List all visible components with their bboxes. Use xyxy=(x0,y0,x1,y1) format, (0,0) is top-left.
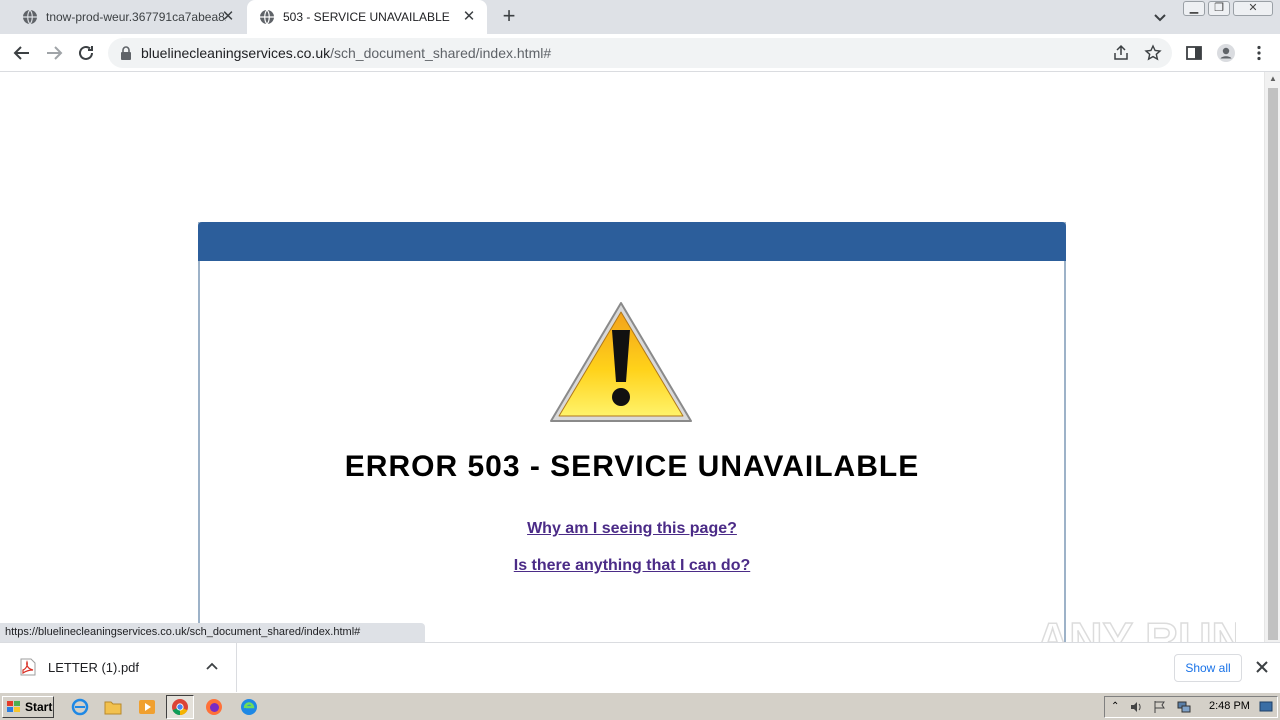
network-icon[interactable] xyxy=(1177,700,1191,714)
windows-taskbar: Start ⌃ 2:48 PM xyxy=(0,692,1280,720)
show-desktop-icon[interactable] xyxy=(1259,700,1273,714)
download-file-name: LETTER (1).pdf xyxy=(48,660,140,675)
chevron-down-icon[interactable] xyxy=(1151,8,1169,26)
edge-icon[interactable] xyxy=(240,698,258,716)
menu-icon[interactable] xyxy=(1249,43,1269,63)
internet-explorer-icon[interactable] xyxy=(71,698,89,716)
start-label: Start xyxy=(25,700,53,714)
address-bar[interactable]: bluelinecleaningservices.co.uk/sch_docum… xyxy=(108,38,1172,68)
back-icon[interactable] xyxy=(9,40,35,66)
side-panel-icon[interactable] xyxy=(1184,43,1204,63)
close-tab-icon[interactable]: ✕ xyxy=(461,9,477,25)
restore-button[interactable]: ❐ xyxy=(1208,1,1230,16)
scroll-thumb[interactable] xyxy=(1268,88,1278,640)
error-panel: ERROR 503 - SERVICE UNAVAILABLE Why am I… xyxy=(198,222,1066,642)
show-all-button[interactable]: Show all xyxy=(1174,654,1242,682)
system-tray: ⌃ 2:48 PM xyxy=(1104,696,1278,718)
media-player-icon[interactable] xyxy=(138,698,156,716)
anything-can-do-link-text[interactable]: Is there anything that I can do? xyxy=(514,557,750,574)
status-url-bubble: https://bluelinecleaningservices.co.uk/s… xyxy=(0,623,425,642)
why-seeing-link-text[interactable]: Why am I seeing this page? xyxy=(527,520,737,537)
globe-icon xyxy=(23,9,37,25)
chevron-up-icon[interactable] xyxy=(204,659,220,675)
taskbar-clock: 2:48 PM xyxy=(1209,700,1250,712)
tab-active[interactable]: 503 - SERVICE UNAVAILABLE ✕ xyxy=(247,0,487,34)
error-panel-header xyxy=(198,222,1066,261)
why-seeing-link: Why am I seeing this page? xyxy=(200,520,1064,538)
profile-icon[interactable] xyxy=(1216,43,1236,63)
lock-icon[interactable] xyxy=(120,46,132,60)
globe-icon xyxy=(260,9,274,25)
close-window-button[interactable]: ✕ xyxy=(1233,1,1273,16)
chrome-taskbar-button[interactable] xyxy=(166,695,194,719)
anything-can-do-link: Is there anything that I can do? xyxy=(200,557,1064,575)
vertical-scrollbar[interactable]: ▲ xyxy=(1264,72,1280,642)
tab-inactive[interactable]: tnow-prod-weur.367791ca7abea81c ✕ xyxy=(8,0,246,34)
windows-logo-icon xyxy=(7,701,20,712)
star-icon[interactable] xyxy=(1144,44,1162,62)
download-item[interactable]: LETTER (1).pdf xyxy=(0,643,237,693)
url-text[interactable]: bluelinecleaningservices.co.uk/sch_docum… xyxy=(141,45,551,61)
folder-icon[interactable] xyxy=(104,698,122,716)
scroll-up-arrow-icon[interactable]: ▲ xyxy=(1268,74,1278,84)
pdf-file-icon xyxy=(20,658,36,676)
forward-icon[interactable] xyxy=(41,40,67,66)
start-button[interactable]: Start xyxy=(2,696,54,718)
tab-strip: tnow-prod-weur.367791ca7abea81c ✕ 503 - … xyxy=(0,0,1280,34)
tab-title: tnow-prod-weur.367791ca7abea81c xyxy=(46,10,226,24)
error-title: ERROR 503 - SERVICE UNAVAILABLE xyxy=(344,450,920,483)
close-tab-icon[interactable]: ✕ xyxy=(220,9,236,25)
browser-toolbar: bluelinecleaningservices.co.uk/sch_docum… xyxy=(0,34,1280,72)
share-icon[interactable] xyxy=(1112,44,1130,62)
minimize-button[interactable]: ▁ xyxy=(1183,1,1205,16)
reload-icon[interactable] xyxy=(73,40,99,66)
chrome-icon xyxy=(172,699,188,716)
flag-icon[interactable] xyxy=(1153,700,1167,714)
new-tab-button[interactable]: + xyxy=(497,5,521,29)
screen: tnow-prod-weur.367791ca7abea81c ✕ 503 - … xyxy=(0,0,1280,720)
tray-expand-icon[interactable]: ⌃ xyxy=(1111,700,1125,714)
close-icon[interactable] xyxy=(1254,659,1270,675)
page-viewport: ERROR 503 - SERVICE UNAVAILABLE Why am I… xyxy=(0,72,1264,642)
tab-title: 503 - SERVICE UNAVAILABLE xyxy=(283,10,450,24)
warning-icon xyxy=(550,302,692,422)
firefox-icon[interactable] xyxy=(205,698,223,716)
download-shelf: LETTER (1).pdf Show all xyxy=(0,642,1280,693)
volume-icon[interactable] xyxy=(1129,700,1143,714)
